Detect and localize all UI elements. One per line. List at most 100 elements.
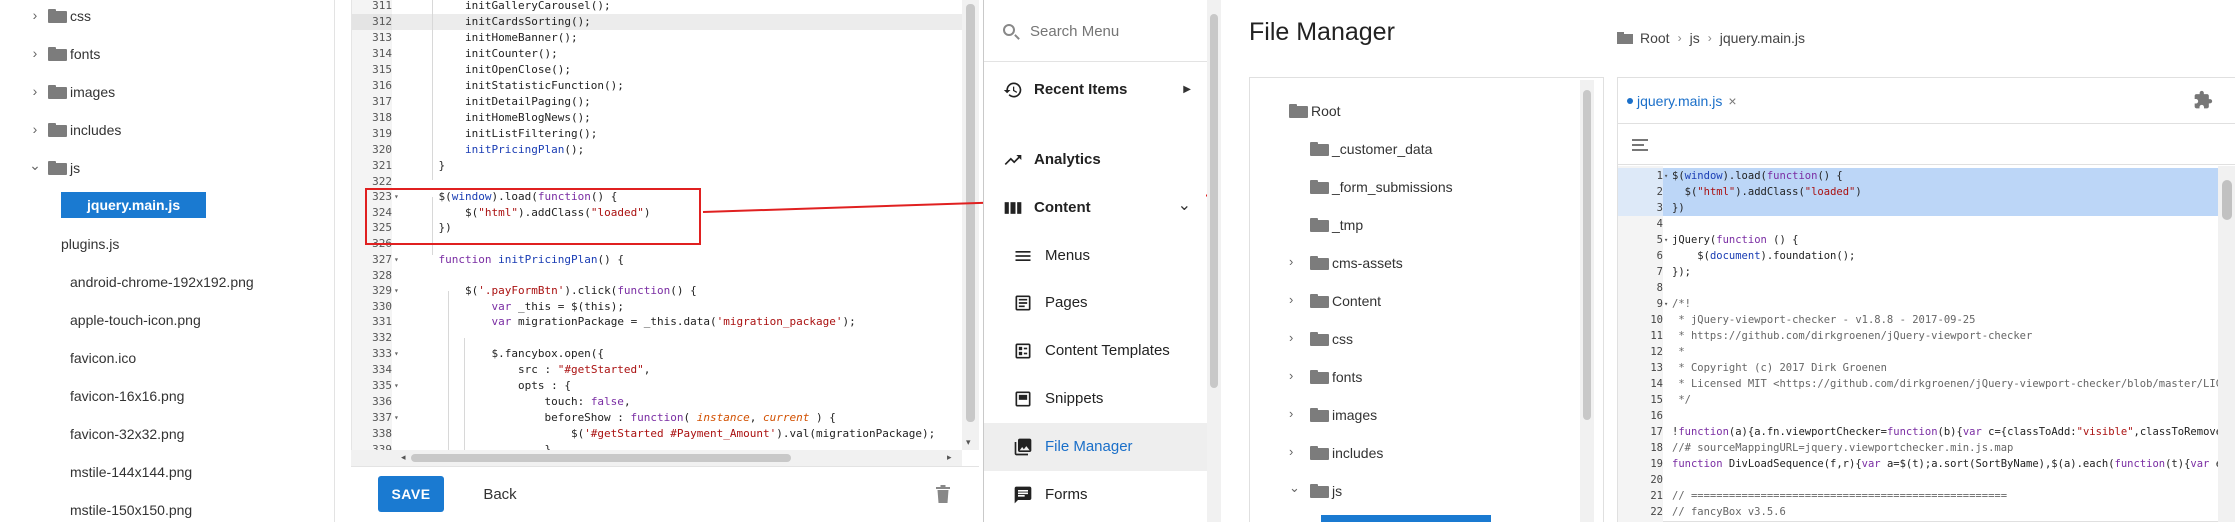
code-editor[interactable]: 311 initGalleryCarousel(); 312 initCardsS… [351, 0, 979, 450]
close-icon[interactable]: × [1728, 93, 1736, 109]
folder-includes[interactable]: › includes [0, 115, 334, 145]
fm-folder-cms-assets[interactable]: › cms-assets [1250, 248, 1590, 278]
code-line: 316 initStatisticFunction(); [352, 78, 963, 94]
unsaved-dot-icon [1627, 98, 1633, 104]
nav-item-content[interactable]: Content ⌄ [984, 184, 1207, 232]
file-mstile-150x150-png[interactable]: mstile-150x150.png [0, 495, 334, 522]
file-plugins-js[interactable]: plugins.js [0, 229, 334, 259]
folder-label: fonts [1332, 369, 1363, 385]
folder-images[interactable]: › images [0, 77, 334, 107]
search-menu-input[interactable] [1030, 18, 1190, 44]
chevron-right-icon[interactable]: › [1289, 330, 1301, 345]
fold-toggle-icon[interactable]: ▾ [1664, 296, 1668, 312]
fm-folder-content[interactable]: › Content [1250, 286, 1590, 316]
chevron-right-icon[interactable]: › [28, 7, 42, 23]
editor-vertical-scrollbar[interactable]: ▾ [962, 0, 979, 450]
nav-item-pages[interactable]: Pages [984, 279, 1207, 327]
file-android-chrome-192x192-png[interactable]: android-chrome-192x192.png [0, 267, 334, 297]
format-lines-icon[interactable] [1632, 139, 1648, 151]
save-button[interactable]: SAVE [378, 476, 444, 512]
file-tree-scrollbar[interactable] [1580, 80, 1594, 522]
line-number: 311 [352, 0, 392, 14]
chevron-right-icon[interactable]: › [1289, 368, 1301, 383]
chevron-down-icon[interactable]: ⌄ [1178, 195, 1191, 215]
line-number: 14 [1650, 378, 1663, 390]
file-apple-touch-icon-png[interactable]: apple-touch-icon.png [0, 305, 334, 335]
breadcrumb-item[interactable]: jquery.main.js [1720, 30, 1805, 46]
chevron-right-icon[interactable]: › [1289, 254, 1301, 269]
nav-item-content-templates[interactable]: Content Templates [984, 327, 1207, 375]
chevron-right-icon[interactable]: › [28, 45, 42, 61]
preview-scrollbar[interactable] [2218, 166, 2235, 522]
code-text: initStatisticFunction(); [412, 79, 624, 92]
file-jquery-main-js[interactable]: jquery.main.js [0, 191, 334, 221]
folder-fonts[interactable]: › fonts [0, 39, 334, 69]
fm-folder-tmp[interactable]: _tmp [1250, 210, 1590, 240]
puzzle-icon[interactable] [2193, 90, 2213, 110]
breadcrumb-item[interactable]: js [1690, 30, 1700, 46]
arrow-right-icon[interactable]: ▶ [1183, 84, 1191, 95]
file-favicon-ico[interactable]: favicon.ico [0, 343, 334, 373]
fold-toggle-icon[interactable]: ▾ [1664, 232, 1668, 248]
file-favicon-32x32-png[interactable]: favicon-32x32.png [0, 419, 334, 449]
fm-folder-css[interactable]: › css [1250, 324, 1590, 354]
nav-item-menus[interactable]: Menus [984, 232, 1207, 280]
code-line: 16 [1618, 408, 2218, 424]
fm-folder-fonts[interactable]: › fonts [1250, 362, 1590, 392]
line-number: 318 [352, 110, 392, 126]
chevron-down-icon[interactable]: ⌄ [1289, 480, 1301, 496]
chevron-down-icon[interactable]: ⌄ [28, 157, 42, 174]
nav-item-file-manager[interactable]: File Manager [984, 423, 1207, 471]
fold-toggle-icon[interactable]: ▾ [394, 252, 404, 268]
nav-item-snippets[interactable]: Snippets [984, 375, 1207, 423]
menu-lines-icon [1013, 246, 1033, 266]
folder-icon [48, 9, 67, 23]
line-number: 22 [1650, 506, 1663, 518]
fm-folder-images[interactable]: › images [1250, 400, 1590, 430]
chevron-right-icon[interactable]: › [28, 121, 42, 137]
folder-css[interactable]: › css [0, 1, 334, 31]
line-number: 322 [352, 174, 392, 190]
fm-folder-root[interactable]: Root [1250, 96, 1590, 126]
chevron-right-icon[interactable]: › [1289, 444, 1301, 459]
line-number: 328 [352, 268, 392, 284]
selected-file-indicator[interactable] [1321, 515, 1491, 522]
nav-item-recent-items[interactable]: Recent Items ▶ [984, 66, 1207, 114]
tab-jquery-main-js[interactable]: jquery.main.js × [1627, 89, 1737, 113]
nav-item-analytics[interactable]: Analytics [984, 136, 1207, 184]
chevron-right-icon[interactable]: › [28, 83, 42, 99]
file-favicon-16x16-png[interactable]: favicon-16x16.png [0, 381, 334, 411]
code-text: initOpenClose(); [412, 63, 571, 76]
code-text: initGalleryCarousel(); [412, 0, 611, 12]
code-text: $(document).foundation(); [1672, 250, 1856, 262]
code-text: initCounter(); [412, 47, 558, 60]
code-text: $(window).load(function() { [1672, 170, 1843, 182]
fold-toggle-icon[interactable]: ▾ [394, 283, 404, 299]
nav-scrollbar[interactable] [1207, 0, 1221, 522]
fold-toggle-icon[interactable]: ▾ [394, 189, 404, 205]
fm-folder-includes[interactable]: › includes [1250, 438, 1590, 468]
code-text: $("html").addClass("loaded") [1672, 186, 1862, 198]
fm-folder-customer-data[interactable]: _customer_data [1250, 134, 1590, 164]
chevron-right-icon[interactable]: › [1289, 406, 1301, 421]
code-text: // fancyBox v3.5.6 [1672, 506, 1786, 518]
code-line: 6 $(document).foundation(); [1618, 248, 2218, 264]
folder-js[interactable]: ⌄ js [0, 153, 334, 183]
back-button[interactable]: Back [470, 476, 530, 512]
fold-toggle-icon[interactable]: ▾ [1664, 168, 1668, 184]
fm-folder-js[interactable]: ⌄ js [1250, 476, 1590, 506]
breadcrumb-item[interactable]: Root [1640, 30, 1670, 46]
fold-toggle-icon[interactable]: ▾ [394, 410, 404, 426]
editor-horizontal-scrollbar[interactable]: ◂ ▸ [351, 450, 962, 466]
file-code-view[interactable]: 1 ▾ $(window).load(function() {2 $("html")… [1618, 166, 2218, 522]
fold-toggle-icon[interactable]: ▾ [394, 346, 404, 362]
file-mstile-144x144-png[interactable]: mstile-144x144.png [0, 457, 334, 487]
code-text: /*! [1672, 298, 1691, 310]
nav-item-forms[interactable]: Forms [984, 471, 1207, 519]
trash-icon[interactable] [936, 485, 950, 503]
folder-icon [48, 161, 67, 175]
chevron-right-icon[interactable]: › [1289, 292, 1301, 307]
fm-folder-form-submissions[interactable]: _form_submissions [1250, 172, 1590, 202]
fold-toggle-icon[interactable]: ▾ [394, 378, 404, 394]
search-icon [1003, 24, 1015, 36]
